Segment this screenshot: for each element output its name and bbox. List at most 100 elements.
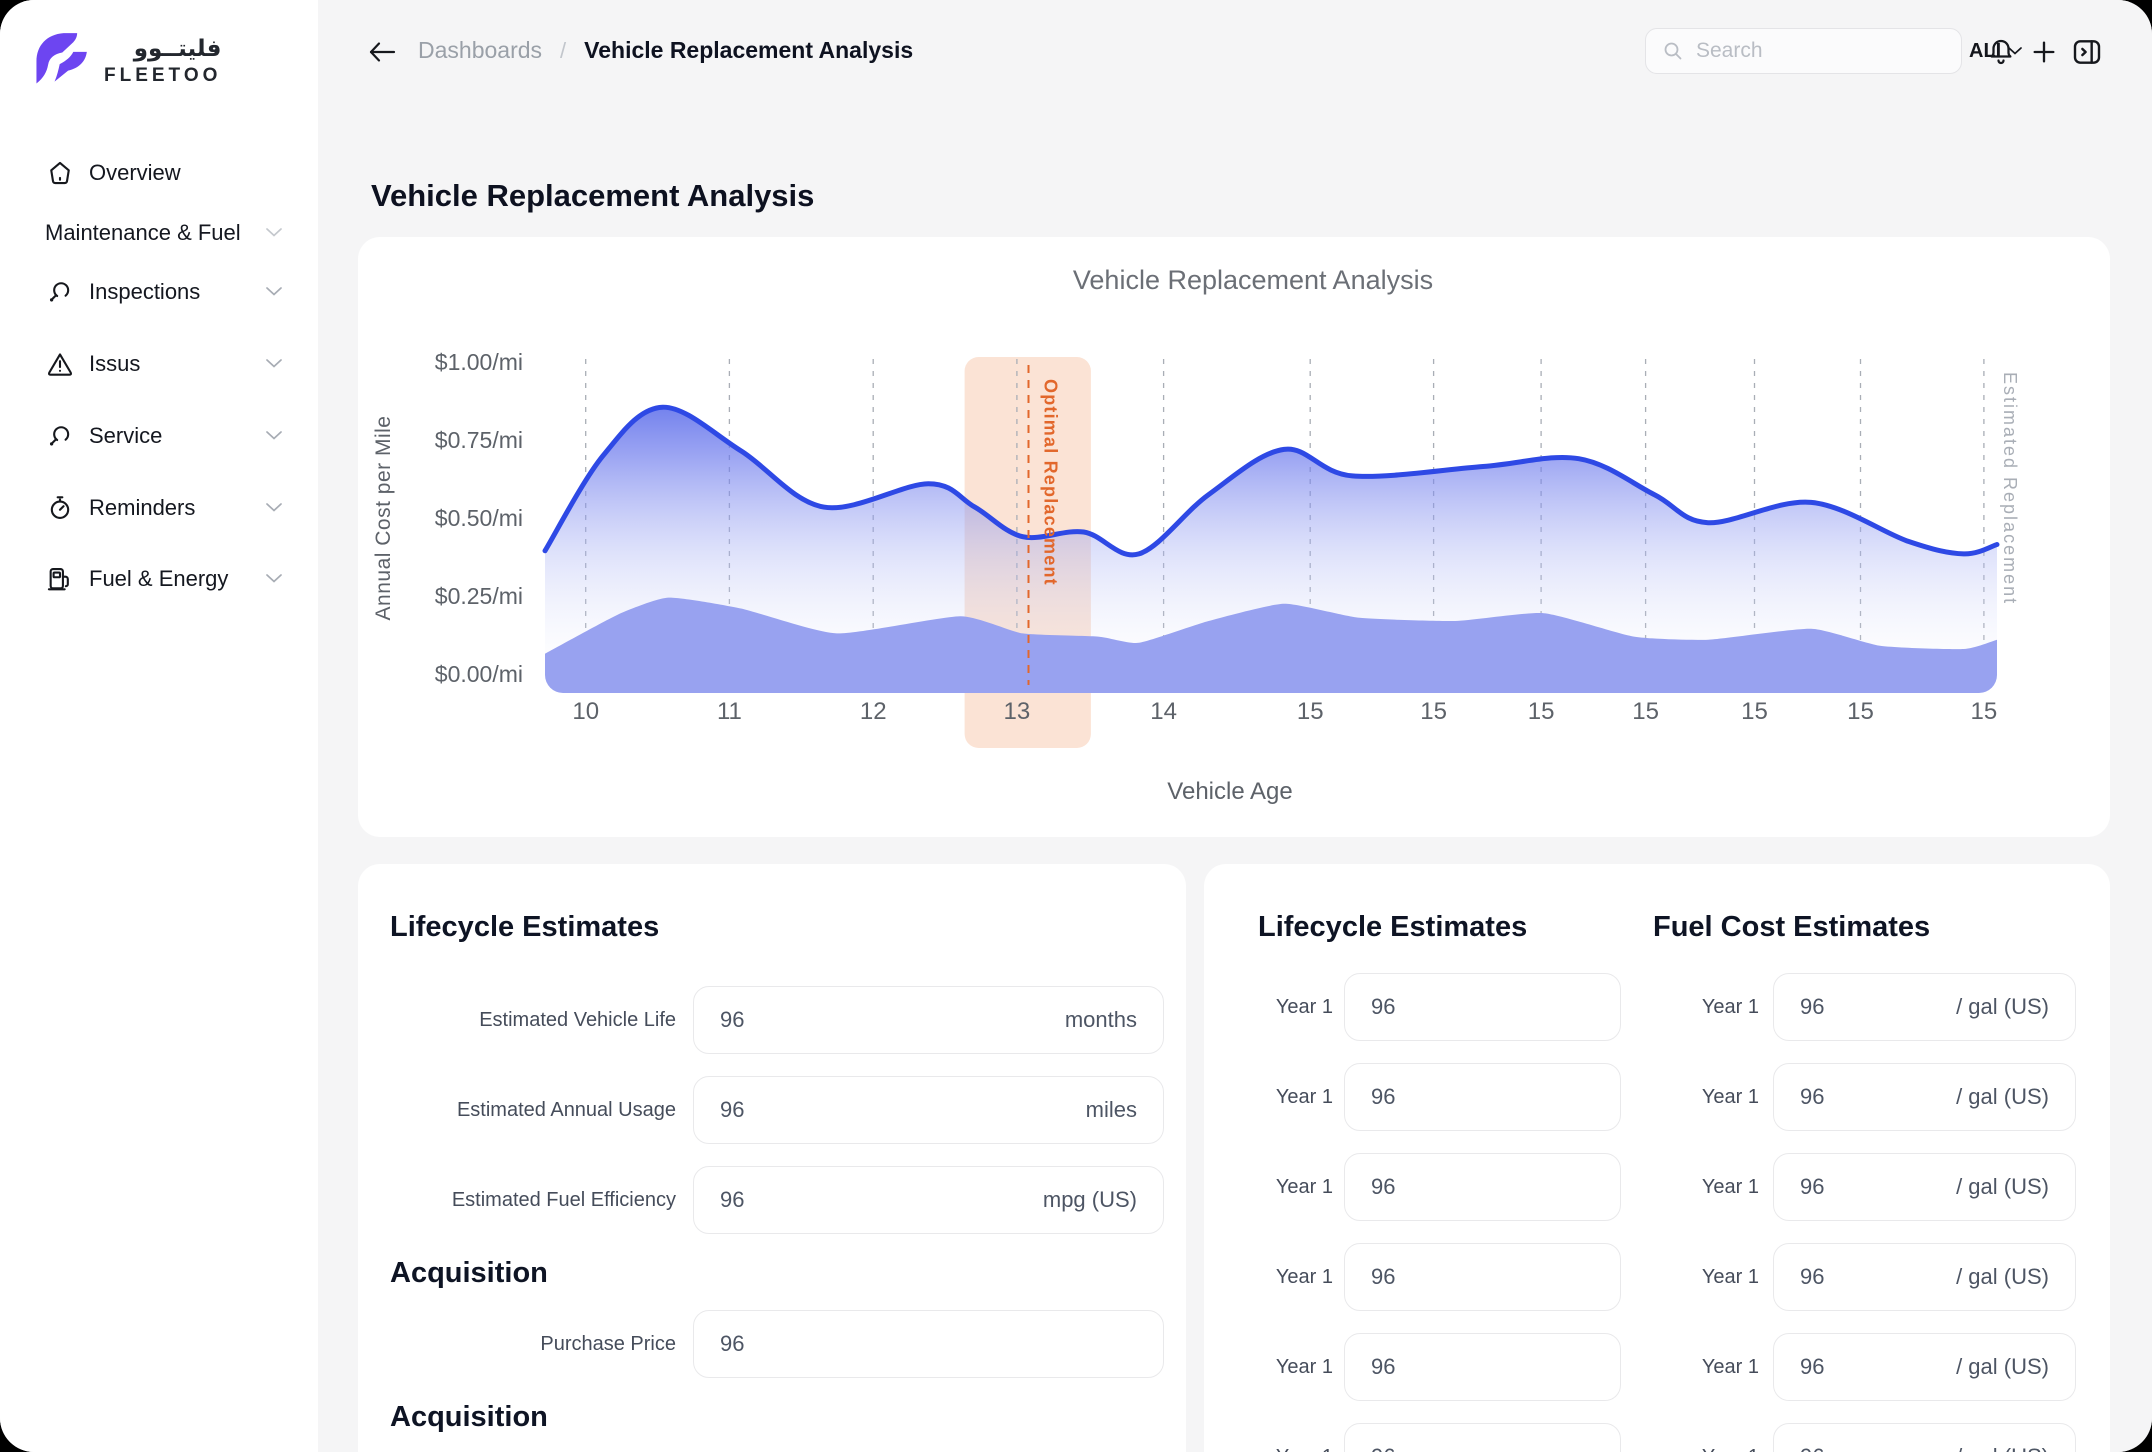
breadcrumb-dashboards[interactable]: Dashboards [418, 37, 542, 64]
svg-text:15: 15 [1847, 698, 1874, 725]
search-box[interactable]: ALI [1645, 28, 1962, 74]
field-suffix: / gal (US) [1956, 1354, 2049, 1380]
sidebar-item-label: Service [89, 423, 162, 449]
form-row: Year 1 96 / gal (US) [1639, 1243, 2076, 1311]
notifications-button[interactable] [1983, 34, 2019, 70]
app-window: فليتــوو FLEETOO Overview Maintenance & … [0, 0, 2152, 1452]
form-row: Estimated Fuel Efficiency 96 mpg (US) [358, 1166, 1186, 1234]
field-input[interactable]: 96 months [693, 986, 1164, 1054]
chevron-down-icon [266, 355, 282, 373]
svg-text:$0.00/mi: $0.00/mi [435, 661, 523, 687]
svg-text:$0.25/mi: $0.25/mi [435, 583, 523, 609]
field-suffix: / gal (US) [1956, 1444, 2049, 1452]
brand-name-latin: FLEETOO [104, 66, 221, 85]
field-input[interactable]: 96 / gal (US) [1773, 1243, 2076, 1311]
sidebar-item-issus[interactable]: Issus [45, 344, 282, 384]
brand-logo[interactable]: فليتــوو FLEETOO [30, 28, 221, 95]
field-input[interactable]: 96 miles [693, 1076, 1164, 1144]
fuel-year-rows: Year 1 96 / gal (US) Year 1 96 / gal (US… [1639, 973, 2076, 1452]
sidebar-item-label: Fuel & Energy [89, 566, 228, 592]
sidebar-item-overview[interactable]: Overview [45, 153, 282, 193]
field-input[interactable]: 96 / gal (US) [1773, 1153, 2076, 1221]
field-value: 96 [1371, 1444, 1395, 1452]
svg-text:12: 12 [860, 698, 887, 725]
column-title: Fuel Cost Estimates [1653, 910, 2076, 944]
sidebar-item-service[interactable]: Service [45, 416, 282, 456]
svg-text:Estimated Replacement: Estimated Replacement [2000, 372, 2020, 605]
sidebar-item-reminders[interactable]: Reminders [45, 488, 282, 528]
field-value: 96 [720, 1007, 744, 1033]
form-row: Year 1 96 / gal (US) [1639, 1423, 2076, 1452]
field-value: 96 [1800, 1354, 1824, 1380]
svg-text:11: 11 [717, 698, 742, 725]
fleetoo-logo-icon [30, 28, 92, 95]
field-value: 96 [1371, 994, 1395, 1020]
field-label: Estimated Annual Usage [358, 1099, 676, 1122]
field-suffix: / gal (US) [1956, 1084, 2049, 1110]
field-suffix: mpg (US) [1043, 1187, 1137, 1213]
form-row: Year 1 96 [1240, 1423, 1621, 1452]
panel-toggle-button[interactable] [2069, 34, 2105, 70]
field-input[interactable]: 96 [1344, 1333, 1621, 1401]
svg-text:15: 15 [1741, 698, 1768, 725]
lifecycle-estimates-card: Lifecycle Estimates Estimated Vehicle Li… [358, 864, 1186, 1452]
field-label: Purchase Price [358, 1333, 676, 1356]
svg-text:Vehicle Replacement Analysis: Vehicle Replacement Analysis [1073, 265, 1433, 295]
field-value: 96 [1371, 1264, 1395, 1290]
sidebar-item-inspections[interactable]: Inspections [45, 272, 282, 312]
field-value: 96 [720, 1187, 744, 1213]
svg-text:Annual Cost per Mile: Annual Cost per Mile [372, 416, 395, 621]
stopwatch-icon [45, 493, 75, 523]
yearly-estimates-card: Lifecycle Estimates Year 1 96 Year 1 [1204, 864, 2110, 1452]
sidebar-item-label: Issus [89, 351, 140, 377]
chevron-down-icon [266, 224, 282, 242]
back-button[interactable] [365, 38, 399, 66]
field-input[interactable]: 96 / gal (US) [1773, 1423, 2076, 1452]
acquisition-title-2: Acquisition [390, 1400, 1186, 1434]
search-icon [1662, 40, 1684, 62]
svg-text:15: 15 [1971, 698, 1998, 725]
field-input[interactable]: 96 [1344, 1423, 1621, 1452]
form-row: Year 1 96 / gal (US) [1639, 1063, 2076, 1131]
field-input[interactable]: 96 / gal (US) [1773, 1063, 2076, 1131]
breadcrumb: Dashboards / Vehicle Replacement Analysi… [418, 0, 913, 101]
svg-text:15: 15 [1528, 698, 1555, 725]
chevron-down-icon [266, 570, 282, 588]
field-value: 96 [1800, 1444, 1824, 1452]
field-value: 96 [720, 1331, 744, 1357]
field-suffix: / gal (US) [1956, 1174, 2049, 1200]
sidebar-section-maintenance-fuel[interactable]: Maintenance & Fuel [45, 213, 282, 253]
breadcrumb-current: Vehicle Replacement Analysis [584, 37, 913, 64]
field-input[interactable]: 96 [1344, 973, 1621, 1041]
field-label: Year 1 [1240, 1446, 1333, 1452]
field-input[interactable]: 96 [1344, 1063, 1621, 1131]
field-suffix: / gal (US) [1956, 994, 2049, 1020]
home-icon [45, 158, 75, 188]
lifecycle-estimates-column: Lifecycle Estimates Year 1 96 Year 1 [1240, 910, 1621, 1452]
form-row: Estimated Annual Usage 96 miles [358, 1076, 1186, 1144]
field-label: Year 1 [1639, 996, 1759, 1019]
field-input[interactable]: 96 [1344, 1153, 1621, 1221]
field-label: Year 1 [1639, 1446, 1759, 1452]
acquisition-fields: Purchase Price 96 [358, 1310, 1186, 1378]
field-input[interactable]: 96 mpg (US) [693, 1166, 1164, 1234]
field-input[interactable]: 96 / gal (US) [1773, 1333, 2076, 1401]
form-row: Year 1 96 [1240, 1243, 1621, 1311]
sidebar-item-fuel-energy[interactable]: Fuel & Energy [45, 559, 282, 599]
field-value: 96 [1800, 994, 1824, 1020]
form-row: Year 1 96 [1240, 1153, 1621, 1221]
field-value: 96 [1371, 1174, 1395, 1200]
field-input[interactable]: 96 [693, 1310, 1164, 1378]
wrench-icon [45, 277, 75, 307]
field-input[interactable]: 96 [1344, 1243, 1621, 1311]
search-input[interactable] [1694, 38, 1969, 64]
column-title: Lifecycle Estimates [1258, 910, 1621, 944]
field-suffix: miles [1086, 1097, 1137, 1123]
form-row: Year 1 96 [1240, 973, 1621, 1041]
field-input[interactable]: 96 / gal (US) [1773, 973, 2076, 1041]
add-button[interactable] [2026, 34, 2062, 70]
chevron-down-icon [266, 283, 282, 301]
svg-text:Vehicle Age: Vehicle Age [1167, 778, 1292, 805]
svg-text:15: 15 [1297, 698, 1324, 725]
sidebar-section-label: Maintenance & Fuel [45, 220, 241, 246]
